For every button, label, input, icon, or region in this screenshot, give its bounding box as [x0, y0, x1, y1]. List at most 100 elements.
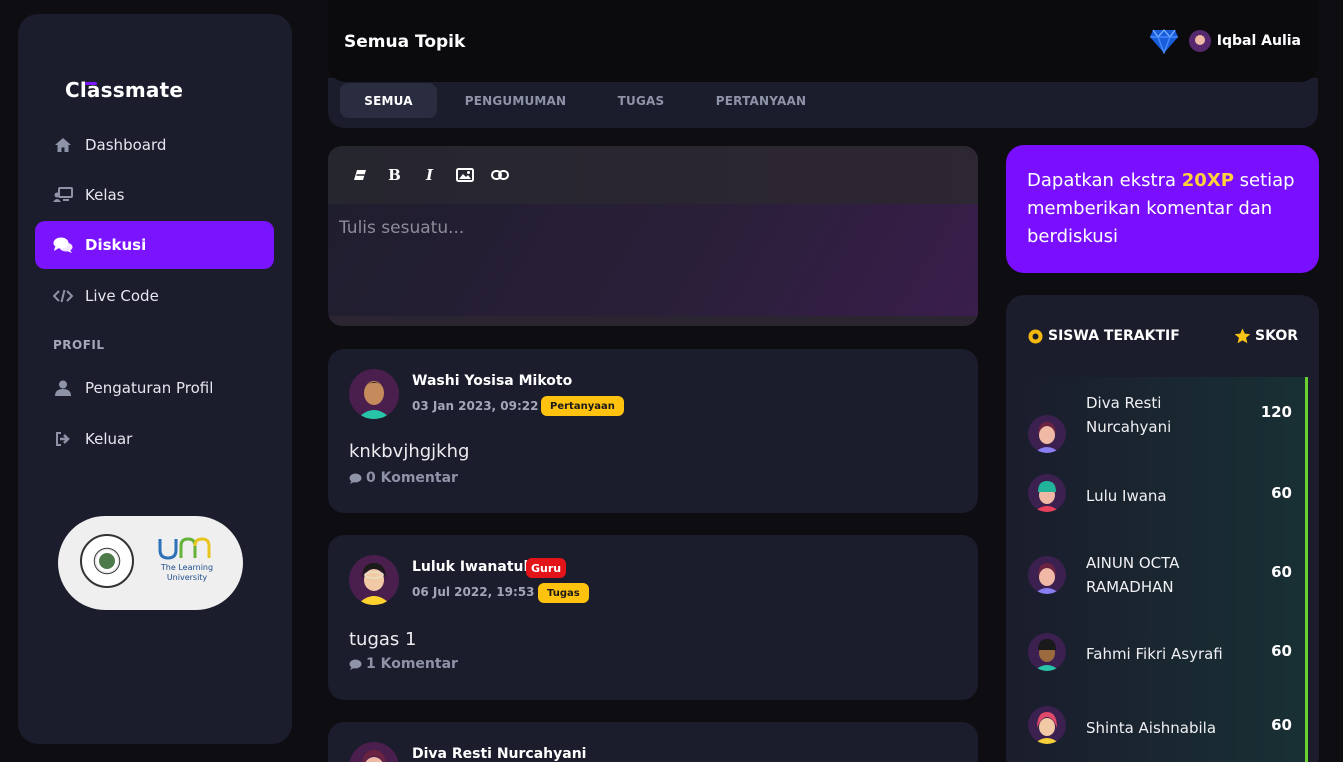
italic-button[interactable]: I [412, 161, 447, 189]
leaderboard-row[interactable]: Diva Resti Nurcahyani 120 [1006, 393, 1308, 453]
sidebar-item-label: Diskusi [85, 236, 147, 254]
avatar [1028, 415, 1066, 453]
avatar [1028, 633, 1066, 671]
leaderboard-score-label: SKOR [1234, 328, 1298, 344]
image-icon [455, 168, 474, 182]
link-icon [490, 170, 509, 180]
home-icon [52, 137, 74, 153]
tab-tugas[interactable]: TUGAS [608, 83, 674, 118]
score-label-text: SKOR [1255, 328, 1298, 344]
comment-icon [349, 659, 362, 670]
sidebar-item-dashboard[interactable]: Dashboard [35, 121, 274, 169]
post-card[interactable]: Washi Yosisa Mikoto 03 Jan 2023, 09:22 P… [328, 349, 978, 513]
post-tag-badge: Pertanyaan [541, 396, 624, 416]
page-title: Semua Topik [344, 32, 466, 52]
post-editor: B I [328, 146, 978, 326]
code-icon [52, 289, 74, 303]
university-seal-icon [80, 534, 134, 588]
leaderboard-score: 60 [1271, 484, 1292, 502]
leaderboard-name: Shinta Aishnabila [1086, 719, 1217, 737]
avatar [349, 742, 399, 762]
editor-footer [328, 316, 978, 326]
post-input[interactable] [339, 218, 959, 238]
post-card[interactable]: Diva Resti Nurcahyani [328, 722, 978, 762]
brand-logo[interactable]: Classmate [65, 78, 183, 102]
sidebar-item-label: Dashboard [85, 136, 167, 154]
link-button[interactable] [482, 161, 517, 189]
leaderboard-header: SISWA TERAKTIF SKOR [1028, 328, 1298, 344]
tab-pengumuman[interactable]: PENGUMUMAN [458, 83, 573, 118]
sidebar-item-live-code[interactable]: Live Code [35, 272, 274, 320]
sidebar-item-kelas[interactable]: Kelas [35, 171, 274, 219]
guru-badge: Guru [526, 558, 567, 578]
sidebar: Classmate Dashboard Kelas Diskusi Live C… [18, 14, 292, 744]
avatar [349, 369, 399, 419]
post-content: tugas 1 [349, 629, 417, 650]
avatar [1028, 556, 1066, 594]
leaderboard-row[interactable]: Shinta Aishnabila 60 [1006, 706, 1308, 744]
brand-text: Classmate [65, 78, 184, 102]
xp-promo-banner: Dapatkan ekstra 20XP setiap memberikan k… [1006, 145, 1319, 273]
comments-link[interactable]: 1 Komentar [349, 656, 458, 672]
logout-icon [52, 432, 74, 446]
sidebar-item-keluar[interactable]: Keluar [35, 415, 274, 463]
class-icon [52, 187, 74, 203]
comments-count: 1 Komentar [366, 656, 458, 672]
university-badge: The Learning University [58, 516, 243, 610]
leaderboard-title: SISWA TERAKTIF [1028, 328, 1180, 344]
post-card[interactable]: Luluk Iwanatul Guru 06 Jul 2022, 19:53 T… [328, 535, 978, 700]
tab-pertanyaan[interactable]: PERTANYAAN [708, 83, 814, 118]
coin-icon [1028, 329, 1043, 343]
leaderboard-row[interactable]: AINUN OCTA RAMADHAN 60 [1006, 551, 1308, 599]
chat-icon [52, 237, 74, 253]
post-author[interactable]: Washi Yosisa Mikoto [412, 373, 572, 389]
post-date: 06 Jul 2022, 19:53 [412, 585, 535, 599]
sidebar-item-label: Pengaturan Profil [85, 379, 214, 397]
comments-link[interactable]: 0 Komentar [349, 470, 458, 486]
leaderboard-title-text: SISWA TERAKTIF [1048, 328, 1180, 344]
image-button[interactable] [447, 161, 482, 189]
section-label-profil: PROFIL [53, 338, 105, 352]
leaderboard-card: SISWA TERAKTIF SKOR Diva Resti Nurcahyan… [1006, 295, 1319, 762]
leaderboard-name: Diva Resti Nurcahyani [1086, 394, 1172, 436]
eraser-button[interactable] [342, 161, 377, 189]
promo-text-start: Dapatkan ekstra [1027, 170, 1182, 191]
post-date: 03 Jan 2023, 09:22 [412, 399, 539, 413]
user-icon [52, 380, 74, 396]
editor-toolbar: B I [328, 146, 978, 204]
um-logo-icon [158, 537, 211, 560]
sidebar-item-label: Keluar [85, 430, 133, 448]
star-icon [1234, 328, 1251, 344]
leaderboard-name: AINUN OCTA RAMADHAN [1086, 554, 1180, 596]
brand-accent [85, 82, 97, 85]
leaderboard-score: 60 [1271, 642, 1292, 660]
leaderboard-list: Diva Resti Nurcahyani 120 Lulu Iwana 60 … [1006, 377, 1308, 762]
topic-tabs: SEMUA PENGUMUMAN TUGAS PERTANYAAN [328, 78, 1318, 128]
bold-icon: B [388, 166, 401, 184]
top-bar: Semua Topik Iqbal Aulia [328, 0, 1318, 82]
avatar [349, 555, 399, 605]
leaderboard-score: 120 [1260, 403, 1292, 421]
sidebar-item-label: Kelas [85, 186, 125, 204]
sidebar-item-pengaturan-profil[interactable]: Pengaturan Profil [35, 364, 274, 412]
university-tagline: The Learning University [160, 563, 214, 582]
bold-button[interactable]: B [377, 161, 412, 189]
user-name: Iqbal Aulia [1216, 33, 1301, 49]
leaderboard-name: Fahmi Fikri Asyrafi [1086, 645, 1223, 663]
leaderboard-row[interactable]: Fahmi Fikri Asyrafi 60 [1006, 633, 1308, 671]
comments-count: 0 Komentar [366, 470, 458, 486]
post-author[interactable]: Luluk Iwanatul [412, 559, 528, 575]
comment-icon [349, 473, 362, 484]
eraser-icon [353, 170, 366, 180]
leaderboard-score: 60 [1271, 716, 1292, 734]
post-tag-badge: Tugas [538, 583, 589, 603]
user-menu[interactable]: Iqbal Aulia [1149, 28, 1301, 54]
avatar [1028, 474, 1066, 512]
tab-semua[interactable]: SEMUA [340, 83, 437, 118]
post-author[interactable]: Diva Resti Nurcahyani [412, 746, 586, 762]
sidebar-item-diskusi[interactable]: Diskusi [35, 221, 274, 269]
promo-highlight: 20XP [1181, 170, 1234, 191]
leaderboard-row[interactable]: Lulu Iwana 60 [1006, 474, 1308, 512]
gem-icon [1149, 29, 1178, 54]
avatar [1188, 30, 1211, 52]
